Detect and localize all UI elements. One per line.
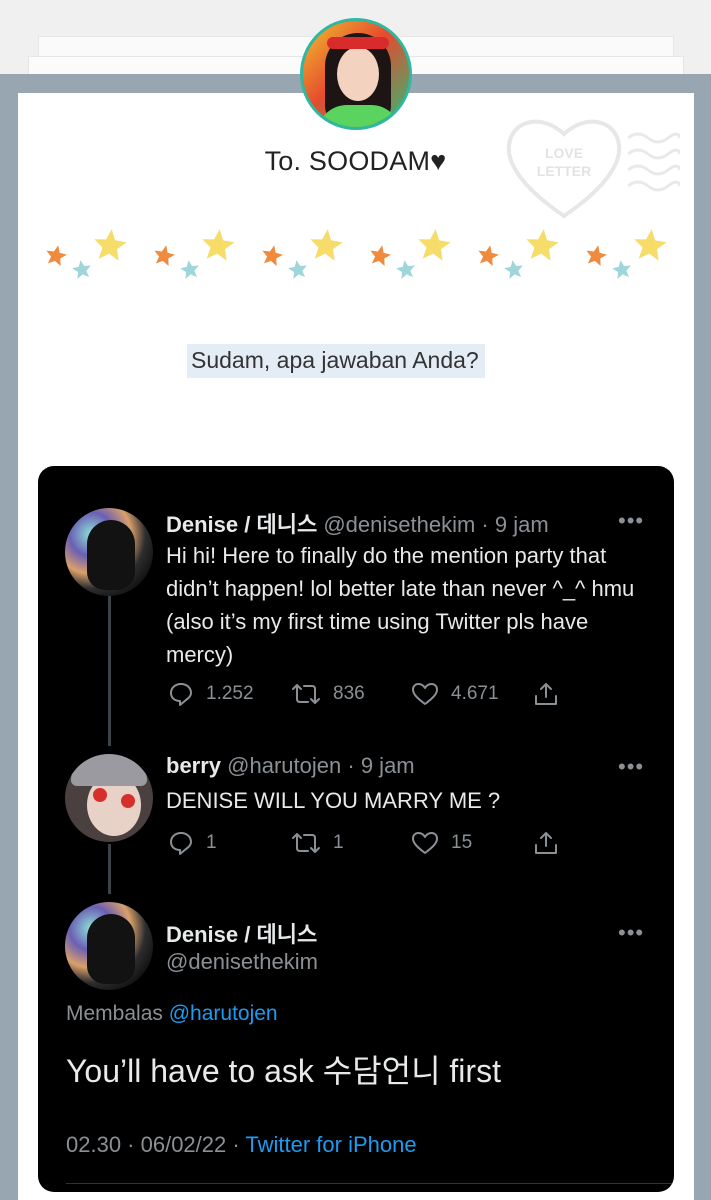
star-icon — [154, 245, 175, 266]
star-icon — [418, 229, 451, 261]
replying-label: Membalas — [66, 1002, 163, 1025]
retweet-icon — [292, 833, 320, 853]
star-icon — [612, 260, 631, 279]
tweet-text: DENISE WILL YOU MARRY ME ? — [166, 788, 501, 813]
avatar[interactable] — [65, 508, 153, 596]
reply-count: 1 — [206, 832, 217, 853]
thread-line — [108, 596, 111, 746]
avatar-headband — [327, 37, 389, 49]
retweet-count: 1 — [333, 832, 344, 853]
avatar-face — [337, 47, 379, 101]
tweet-header: berry @harutojen · 9 jam — [166, 753, 415, 779]
like-count: 15 — [451, 832, 473, 853]
like-count: 4.671 — [451, 683, 499, 704]
reply-button[interactable]: 1 — [168, 830, 291, 856]
retweet-button[interactable]: 836 — [291, 681, 411, 707]
tweet-time[interactable]: 9 jam — [495, 512, 549, 537]
star-icon — [526, 229, 559, 261]
thread-line — [108, 844, 111, 894]
like-button[interactable]: 4.671 — [411, 681, 533, 707]
star-icon — [94, 229, 127, 261]
stamp-text-love: LOVE — [545, 145, 583, 161]
reply-count: 1.252 — [206, 683, 254, 704]
tweet-timestamp[interactable]: 02.30 · 06/02/22 · — [66, 1132, 240, 1157]
tweet-time[interactable]: 9 jam — [361, 753, 415, 778]
love-letter-stamp: LOVE LETTER — [506, 119, 680, 219]
author-handle[interactable]: @denisethekim — [166, 949, 318, 975]
star-icon — [396, 260, 415, 279]
tweet-actions: 1 1 15 — [168, 830, 559, 856]
like-button[interactable]: 15 — [411, 830, 533, 856]
tweet-text: You’ll have to ask 수담언니 first — [66, 1053, 501, 1089]
tweet-thread-card: Denise / 데니스 @denisethekim · 9 jam ••• H… — [38, 466, 674, 1192]
star-icon — [288, 260, 307, 279]
star-icon — [504, 260, 523, 279]
retweet-count: 836 — [333, 683, 365, 704]
share-button[interactable] — [533, 681, 559, 707]
author-handle[interactable]: @harutojen — [227, 753, 341, 778]
replying-to: Membalas @harutojen — [66, 1002, 278, 1026]
more-dots-icon[interactable]: ••• — [618, 510, 644, 532]
divider — [66, 1183, 674, 1184]
tweet-actions: 1.252 836 4.671 — [168, 681, 559, 707]
separator-dot: · — [481, 512, 489, 537]
avatar[interactable] — [65, 902, 153, 990]
author-handle[interactable]: @denisethekim — [323, 512, 475, 537]
reply-button[interactable]: 1.252 — [168, 681, 291, 707]
share-icon — [535, 832, 557, 854]
star-icon — [46, 245, 67, 266]
more-dots-icon[interactable]: ••• — [618, 922, 644, 944]
retweet-button[interactable]: 1 — [291, 830, 411, 856]
tweet-header: Denise / 데니스 @denisethekim · 9 jam — [166, 507, 549, 539]
author-name[interactable]: Denise / 데니스 — [166, 917, 317, 949]
star-icon — [262, 245, 283, 266]
star-icon — [478, 245, 499, 266]
reply-icon — [170, 683, 192, 706]
share-icon — [535, 683, 557, 705]
star-icon — [586, 245, 607, 266]
star-icon — [202, 229, 235, 261]
question-text: Sudam, apa jawaban Anda? — [187, 344, 485, 378]
share-button[interactable] — [533, 830, 559, 856]
star-icon — [370, 245, 391, 266]
star-icon — [634, 229, 667, 261]
avatar[interactable] — [65, 754, 153, 842]
tweet-text: Hi hi! Here to finally do the mention pa… — [166, 543, 635, 667]
heart-icon — [412, 683, 438, 705]
author-name[interactable]: Denise / 데니스 — [166, 512, 317, 537]
author-name[interactable]: berry — [166, 753, 221, 778]
star-icon — [72, 260, 91, 279]
mention-link[interactable]: @harutojen — [169, 1002, 278, 1025]
star-garland — [46, 229, 667, 279]
more-dots-icon[interactable]: ••• — [618, 756, 644, 778]
retweet-icon — [292, 684, 320, 704]
tweet-source-link[interactable]: Twitter for iPhone — [245, 1132, 416, 1157]
heart-icon — [412, 832, 438, 854]
stamp-text-letter: LETTER — [537, 163, 591, 179]
star-icon — [310, 229, 343, 261]
reply-icon — [170, 832, 192, 855]
separator-dot: · — [347, 753, 355, 778]
tweet-footer: 02.30 · 06/02/22 · Twitter for iPhone — [66, 1132, 417, 1158]
star-icon — [180, 260, 199, 279]
recipient-avatar — [300, 18, 412, 130]
